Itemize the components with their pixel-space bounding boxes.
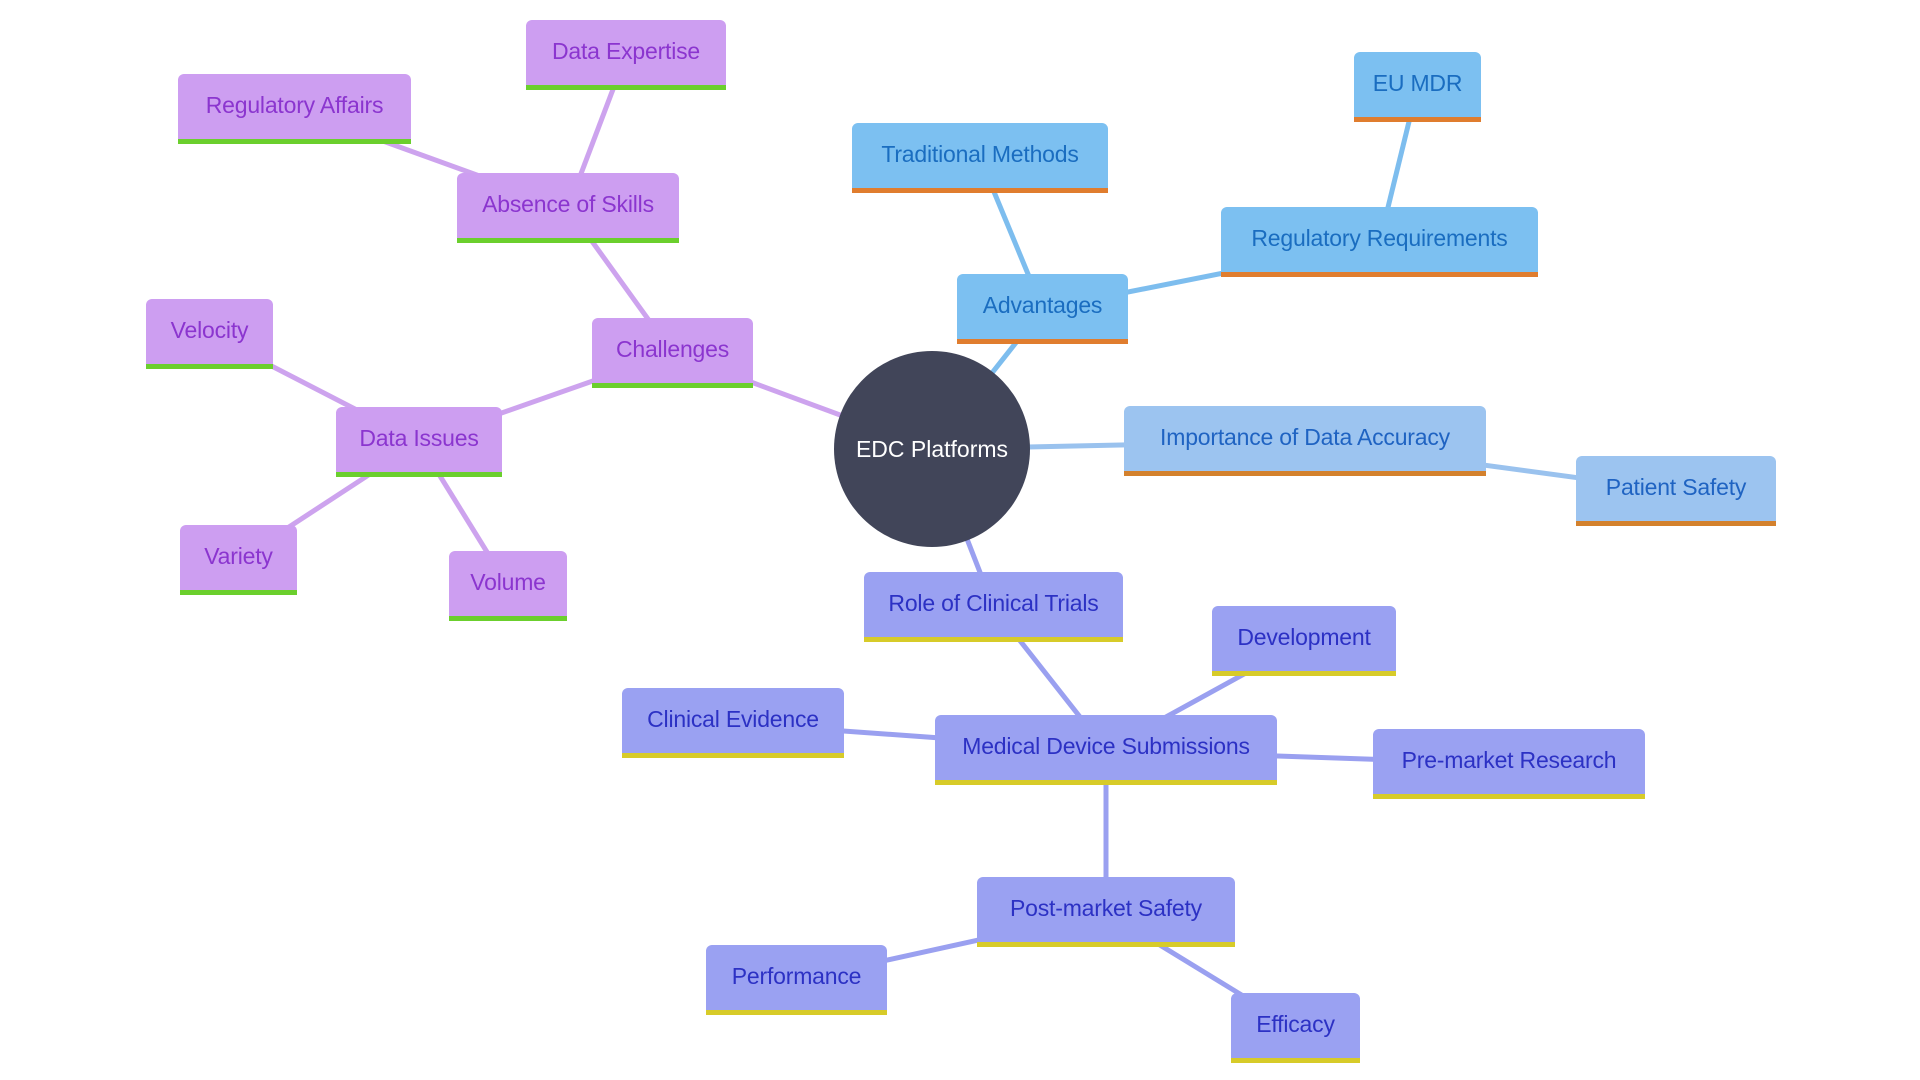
node-challenges[interactable]: Challenges [592, 318, 753, 388]
node-label: Traditional Methods [881, 141, 1079, 167]
node-label: Clinical Evidence [647, 706, 819, 732]
node-development[interactable]: Development [1212, 606, 1396, 676]
node-label: Patient Safety [1605, 474, 1747, 500]
node-label: Efficacy [1256, 1011, 1335, 1037]
node-device-submissions[interactable]: Medical Device Submissions [935, 715, 1277, 785]
node-regulatory-affairs[interactable]: Regulatory Affairs [178, 74, 411, 144]
node-label: Regulatory Affairs [205, 92, 384, 118]
node-label: Pre-market Research [1401, 747, 1617, 773]
node-advantages[interactable]: Advantages [957, 274, 1128, 344]
mindmap-canvas: EDC Platforms Challenges Absence of Skill… [0, 0, 1920, 1080]
node-data-expertise[interactable]: Data Expertise [526, 20, 726, 90]
node-label: Data Issues [359, 425, 479, 451]
node-eu-mdr[interactable]: EU MDR [1354, 52, 1481, 122]
node-label: Advantages [982, 292, 1103, 318]
node-data-accuracy[interactable]: Importance of Data Accuracy [1124, 406, 1486, 476]
node-label: Post-market Safety [1010, 895, 1202, 921]
node-label: EU MDR [1372, 70, 1463, 96]
node-regulatory-requirements[interactable]: Regulatory Requirements [1221, 207, 1538, 277]
node-label: Medical Device Submissions [962, 733, 1250, 759]
node-performance[interactable]: Performance [706, 945, 887, 1015]
root-node-edc-platforms[interactable]: EDC Platforms [834, 351, 1030, 547]
node-label: Development [1237, 624, 1371, 650]
node-label: Challenges [615, 336, 730, 362]
node-label: Data Expertise [551, 38, 701, 64]
node-label: Role of Clinical Trials [888, 590, 1099, 616]
node-velocity[interactable]: Velocity [146, 299, 273, 369]
root-node-label: EDC Platforms [855, 435, 1009, 462]
node-label: Performance [731, 963, 862, 989]
node-volume[interactable]: Volume [449, 551, 567, 621]
node-label: Regulatory Requirements [1251, 225, 1508, 251]
node-traditional-methods[interactable]: Traditional Methods [852, 123, 1108, 193]
node-label: Volume [470, 569, 546, 595]
node-label: Importance of Data Accuracy [1160, 424, 1450, 450]
node-label: Variety [204, 543, 273, 569]
node-premarket-research[interactable]: Pre-market Research [1373, 729, 1645, 799]
node-clinical-trials[interactable]: Role of Clinical Trials [864, 572, 1123, 642]
node-absence-skills[interactable]: Absence of Skills [457, 173, 679, 243]
node-postmarket-safety[interactable]: Post-market Safety [977, 877, 1235, 947]
node-efficacy[interactable]: Efficacy [1231, 993, 1360, 1063]
node-label: Velocity [170, 317, 249, 343]
node-data-issues[interactable]: Data Issues [336, 407, 502, 477]
node-patient-safety[interactable]: Patient Safety [1576, 456, 1776, 526]
node-variety[interactable]: Variety [180, 525, 297, 595]
node-clinical-evidence[interactable]: Clinical Evidence [622, 688, 844, 758]
node-label: Absence of Skills [482, 191, 654, 217]
